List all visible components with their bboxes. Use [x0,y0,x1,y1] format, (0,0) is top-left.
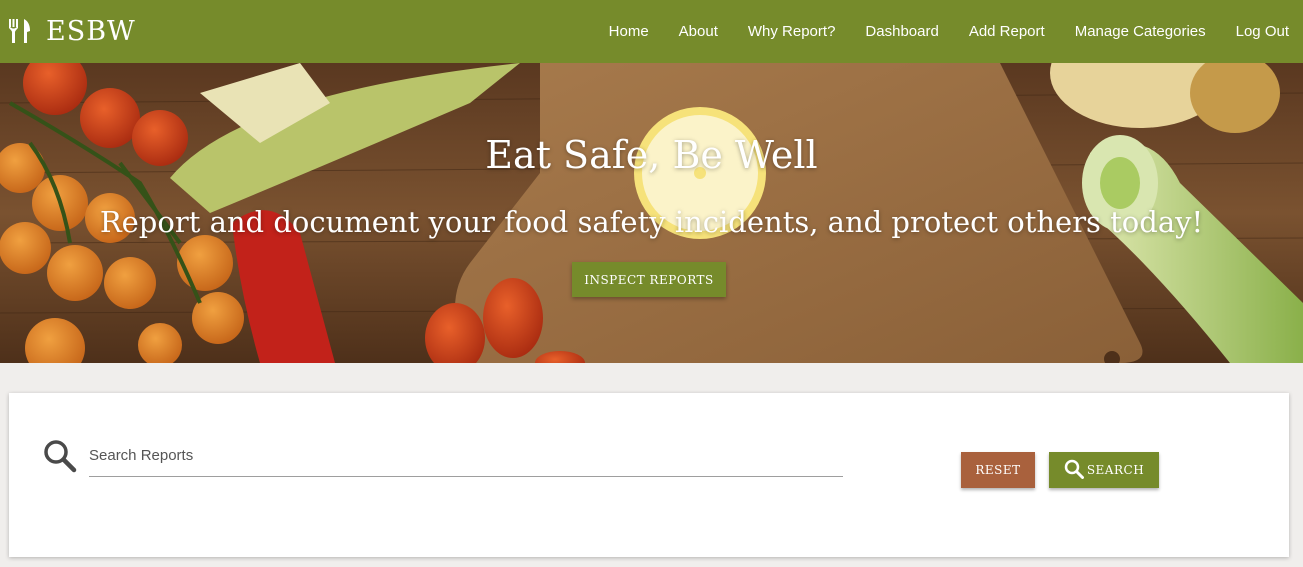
nav-manage-categories[interactable]: Manage Categories [1075,23,1206,40]
search-icon [43,439,77,478]
nav-menu: Home About Why Report? Dashboard Add Rep… [579,0,1289,63]
nav-dashboard[interactable]: Dashboard [865,23,938,40]
search-button-icon [1064,459,1087,482]
nav-about[interactable]: About [679,23,718,40]
reset-button[interactable]: RESET [961,452,1035,488]
brand-name: ESBW [46,15,136,47]
top-navbar: ESBW Home About Why Report? Dashboard Ad… [0,0,1303,63]
fork-knife-icon [8,18,32,44]
search-button-label: SEARCH [1086,463,1145,477]
nav-why-report[interactable]: Why Report? [748,23,836,40]
search-button[interactable]: SEARCH [1049,452,1159,488]
nav-log-out[interactable]: Log Out [1236,23,1289,40]
hero-title: Eat Safe, Be Well [485,133,818,177]
search-input[interactable] [89,435,843,477]
hero-banner: Eat Safe, Be Well Report and document yo… [0,63,1303,363]
brand[interactable]: ESBW [8,13,136,49]
nav-add-report[interactable]: Add Report [969,23,1045,40]
hero-subtitle: Report and document your food safety inc… [99,205,1204,239]
search-panel: RESET SEARCH [9,393,1289,557]
inspect-reports-button[interactable]: INSPECT REPORTS [572,262,726,297]
nav-home[interactable]: Home [609,23,649,40]
